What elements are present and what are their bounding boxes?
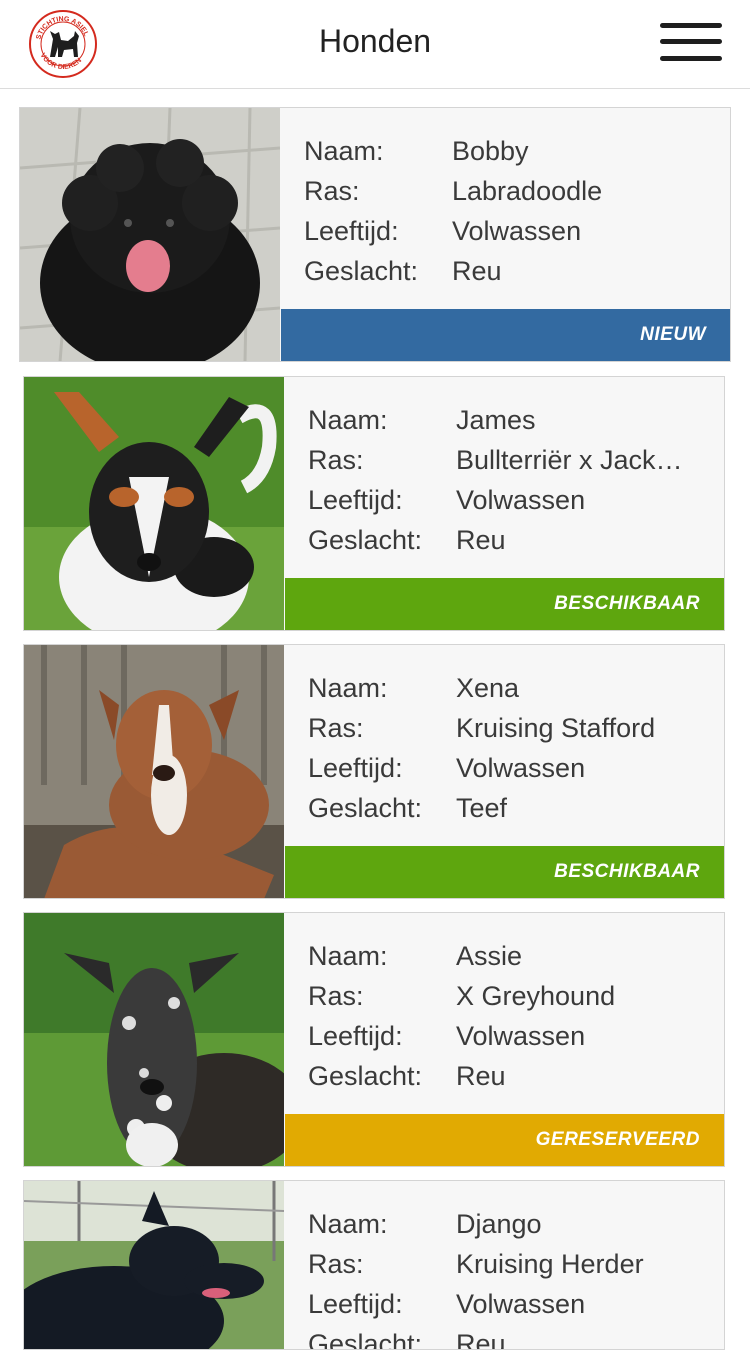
menu-line — [660, 39, 722, 44]
status-badge: BESCHIKBAAR — [285, 578, 724, 630]
dog-name: Assie — [456, 941, 523, 971]
dog-age: Volwassen — [456, 1289, 586, 1319]
age-label: Leeftijd: — [308, 1021, 403, 1051]
dog-name: James — [456, 405, 536, 435]
dog-breed: X Greyhound — [456, 981, 616, 1011]
dog-card-django[interactable]: Naam: Django Ras: Kruising Herder Leeftijd… — [23, 1180, 725, 1350]
name-label: Naam: — [308, 1209, 388, 1239]
sex-label: Geslacht: — [308, 1329, 423, 1350]
breed-label: Ras: — [308, 1249, 364, 1279]
dog-sex: Reu — [456, 525, 506, 555]
sex-label: Geslacht: — [308, 793, 423, 823]
dog-card-bobby[interactable]: Naam: Bobby Ras: Labradoodle Leeftijd: Volw… — [19, 107, 731, 362]
sex-label: Geslacht: — [308, 1061, 423, 1091]
sex-label: Geslacht: — [308, 525, 423, 555]
status-badge: GERESERVEERD — [285, 1114, 724, 1166]
status-badge: NIEUW — [281, 309, 730, 361]
age-label: Leeftijd: — [308, 1289, 403, 1319]
dog-breed: Labradoodle — [452, 176, 603, 206]
dog-card-james[interactable]: Naam: James Ras: Bullterriër x Jack… Leeft… — [23, 376, 725, 631]
dog-sex: Reu — [452, 256, 502, 286]
status-badge: BESCHIKBAAR — [285, 846, 724, 898]
dog-age: Volwassen — [456, 1021, 586, 1051]
dog-name: Bobby — [452, 136, 529, 166]
dog-name: Django — [456, 1209, 542, 1239]
breed-label: Ras: — [304, 176, 360, 206]
dog-photo — [24, 645, 284, 898]
hamburger-menu-icon[interactable] — [660, 22, 722, 64]
dog-name: Xena — [456, 673, 520, 703]
dog-photo — [24, 377, 284, 630]
breed-label: Ras: — [308, 981, 364, 1011]
name-label: Naam: — [308, 673, 388, 703]
age-label: Leeftijd: — [308, 753, 403, 783]
dog-age: Volwassen — [456, 753, 586, 783]
name-label: Naam: — [304, 136, 384, 166]
breed-label: Ras: — [308, 713, 364, 743]
app-header: STICHTING ASIEL VOOR DIEREN Honden — [0, 0, 750, 89]
name-label: Naam: — [308, 941, 388, 971]
age-label: Leeftijd: — [304, 216, 399, 246]
name-label: Naam: — [308, 405, 388, 435]
dog-breed: Bullterriër x Jack… — [456, 445, 683, 475]
dog-sex: Reu — [456, 1329, 506, 1350]
menu-line — [660, 56, 722, 61]
menu-line — [660, 23, 722, 28]
dog-photo — [24, 913, 284, 1166]
age-label: Leeftijd: — [308, 485, 403, 515]
breed-label: Ras: — [308, 445, 364, 475]
page-title: Honden — [318, 23, 432, 59]
dog-card-assie[interactable]: Naam: Assie Ras: X Greyhound Leeftijd: Volw… — [23, 912, 725, 1167]
sex-label: Geslacht: — [304, 256, 419, 286]
dog-age: Volwassen — [452, 216, 582, 246]
dog-card-xena[interactable]: Naam: Xena Ras: Kruising Stafford Leeftijd… — [23, 644, 725, 899]
dog-sex: Reu — [456, 1061, 506, 1091]
dog-age: Volwassen — [456, 485, 586, 515]
dog-sex: Teef — [456, 793, 508, 823]
dog-breed: Kruising Stafford — [456, 713, 656, 743]
dog-photo — [20, 108, 280, 361]
dog-breed: Kruising Herder — [456, 1249, 644, 1279]
dog-photo — [24, 1181, 284, 1349]
